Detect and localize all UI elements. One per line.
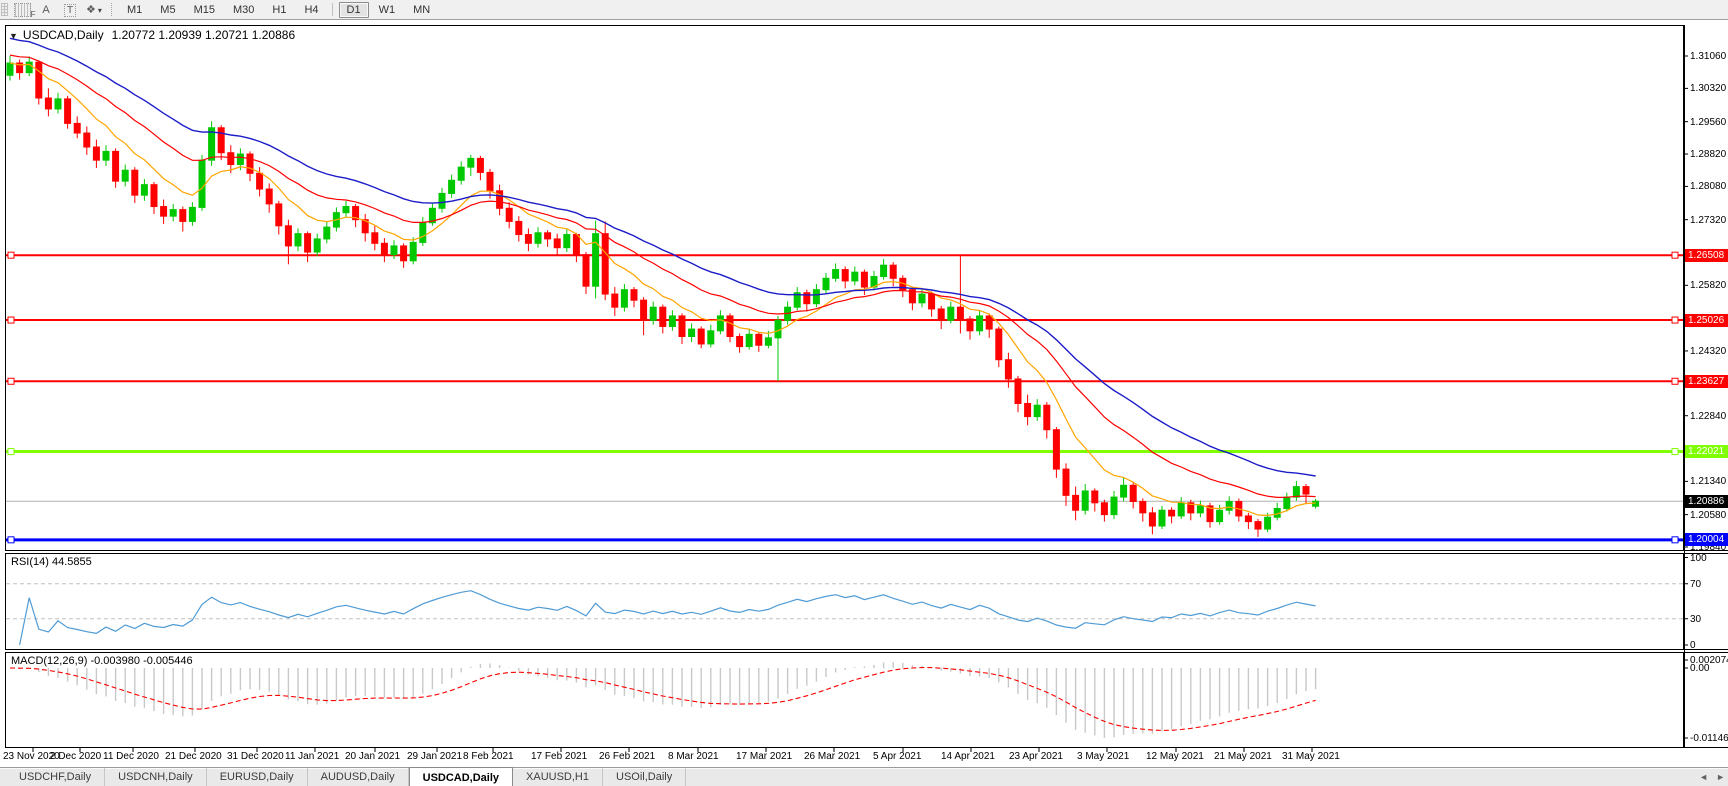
symbol-period-label: USDCAD,Daily xyxy=(22,28,104,42)
chart-tab-usdchf[interactable]: USDCHF,Daily xyxy=(6,768,106,786)
price-axis-label: 1.28080 xyxy=(1690,181,1727,193)
collapse-triangle-icon[interactable]: ▼ xyxy=(9,31,18,41)
rsi-axis-label: 70 xyxy=(1690,578,1702,590)
price-axis-label: 1.30320 xyxy=(1690,83,1727,95)
line-handle xyxy=(1671,448,1679,456)
price-axis-label: 1.31060 xyxy=(1690,51,1727,62)
macd-axis-label: 0.00 xyxy=(1690,663,1710,674)
top-toolbar: F A T ❖ ▾ M1 M5 M15 M30 H1 H4 D1 W1 MN xyxy=(0,0,1728,20)
hline-price-label: 1.20004 xyxy=(1685,533,1728,547)
rsi-axis-label: 100 xyxy=(1690,552,1707,564)
arrows-icon: ❖ xyxy=(86,4,96,16)
timeframe-button-m15[interactable]: M15 xyxy=(186,2,223,18)
rsi-axis-label: 30 xyxy=(1690,613,1702,625)
date-label: 2 Dec 2020 xyxy=(50,751,102,762)
price-axis-label: 1.27320 xyxy=(1690,214,1727,226)
text-label-button[interactable]: T xyxy=(60,2,80,17)
dropdown-caret-icon: ▾ xyxy=(97,6,102,15)
arrow-objects-button[interactable]: ❖ ▾ xyxy=(84,2,104,17)
price-axis-label: 1.28820 xyxy=(1690,149,1727,161)
chart-tab-usdcad[interactable]: USDCAD,Daily xyxy=(408,767,514,786)
price-axis-label: 1.20580 xyxy=(1690,509,1727,521)
date-label: 3 May 2021 xyxy=(1077,751,1130,762)
date-label: 11 Dec 2020 xyxy=(103,751,159,762)
toolbar-grip[interactable] xyxy=(1,3,8,16)
date-label: 20 Jan 2021 xyxy=(345,751,401,762)
date-label: 21 May 2021 xyxy=(1214,751,1272,762)
hline-price-label: 1.26508 xyxy=(1685,248,1728,262)
letter-t-icon: T xyxy=(63,4,77,17)
date-label: 8 Feb 2021 xyxy=(463,751,514,762)
rsi-indicator-label: RSI(14) 44.5855 xyxy=(11,556,92,568)
grid-f-icon: F xyxy=(13,3,36,19)
date-label: 11 Jan 2021 xyxy=(285,751,340,762)
date-label: 12 May 2021 xyxy=(1146,751,1204,762)
price-axis-label: 1.29560 xyxy=(1690,116,1727,128)
chart-tab-eurusd[interactable]: EURUSD,Daily xyxy=(207,768,308,786)
chart-canvas[interactable] xyxy=(0,0,1728,785)
macd-axis-label: -0.011462 xyxy=(1690,733,1728,744)
price-axis-label: 1.24320 xyxy=(1690,345,1727,357)
hline-price-label: 1.23627 xyxy=(1685,374,1728,388)
tab-scroll-right-button[interactable]: ► xyxy=(1716,771,1725,783)
date-label: 31 Dec 2020 xyxy=(227,751,284,762)
hline-price-label: 1.25026 xyxy=(1685,313,1728,327)
chart-tab-xauusd[interactable]: XAUUSD,H1 xyxy=(513,768,603,786)
line-handle xyxy=(7,536,15,544)
chart-grid-button[interactable]: F xyxy=(12,2,36,19)
rsi-axis-label: 0 xyxy=(1690,640,1696,651)
line-handle xyxy=(1671,316,1679,324)
timeframe-button-m5[interactable]: M5 xyxy=(152,2,183,18)
date-label: 8 Mar 2021 xyxy=(668,751,719,762)
date-label: 26 Feb 2021 xyxy=(599,751,656,762)
letter-a-icon: A xyxy=(42,4,50,16)
date-label: 17 Mar 2021 xyxy=(736,751,793,762)
line-handle xyxy=(7,251,15,259)
timeframe-button-h1[interactable]: H1 xyxy=(264,2,294,18)
line-handle xyxy=(1671,536,1679,544)
macd-indicator-label: MACD(12,26,9) -0.003980 -0.005446 xyxy=(11,655,193,667)
timeframe-toolbar: M1 M5 M15 M30 H1 H4 D1 W1 MN xyxy=(118,1,439,18)
ohlc-values-label: 1.20772 1.20939 1.20721 1.20886 xyxy=(111,28,296,42)
timeframe-button-m30[interactable]: M30 xyxy=(225,2,262,18)
timeframe-button-w1[interactable]: W1 xyxy=(371,2,404,18)
mt4-terminal-window: { "toolbar": { "grid_icon_text": "F", "f… xyxy=(0,0,1728,786)
chart-tabs: USDCHF,Daily USDCNH,Daily EURUSD,Daily AUDU… xyxy=(6,767,687,786)
chart-tab-audusd[interactable]: AUDUSD,Daily xyxy=(308,768,409,786)
date-label: 31 May 2021 xyxy=(1282,751,1340,762)
line-handle xyxy=(1671,377,1679,385)
chart-tabs-bar: USDCHF,Daily USDCNH,Daily EURUSD,Daily AUDU… xyxy=(0,767,1728,786)
chart-symbol-title[interactable]: ▼ USDCAD,Daily 1.20772 1.20939 1.20721 1.2… xyxy=(9,28,295,42)
tab-scroll-buttons: ◄ ► xyxy=(1699,771,1725,783)
toolbar-separator xyxy=(111,3,113,16)
hline-price-label: 1.22021 xyxy=(1685,445,1728,459)
date-label: 14 Apr 2021 xyxy=(941,751,995,762)
date-label: 23 Apr 2021 xyxy=(1009,751,1063,762)
tab-scroll-left-button[interactable]: ◄ xyxy=(1699,771,1708,783)
font-button[interactable]: A xyxy=(36,2,56,17)
current-price-label: 1.20886 xyxy=(1685,494,1728,508)
date-label: 17 Feb 2021 xyxy=(531,751,588,762)
chart-tab-usdcnh[interactable]: USDCNH,Daily xyxy=(105,768,207,786)
line-handle xyxy=(7,316,15,324)
chart-tab-usoil[interactable]: USOil,Daily xyxy=(603,768,687,786)
timeframe-button-h4[interactable]: H4 xyxy=(296,2,326,18)
toolbar-separator xyxy=(331,3,334,16)
line-handle xyxy=(7,377,15,385)
price-axis-label: 1.22840 xyxy=(1690,410,1727,422)
date-label: 21 Dec 2020 xyxy=(165,751,222,762)
timeframe-button-m1[interactable]: M1 xyxy=(119,2,150,18)
timeframe-button-d1[interactable]: D1 xyxy=(338,1,369,18)
price-axis-label: 1.25820 xyxy=(1690,280,1727,292)
timeframe-button-mn[interactable]: MN xyxy=(405,2,438,18)
line-handle xyxy=(1671,251,1679,259)
date-label: 5 Apr 2021 xyxy=(873,751,922,762)
date-label: 29 Jan 2021 xyxy=(407,751,463,762)
line-handle xyxy=(7,448,15,456)
price-axis-label: 1.21340 xyxy=(1690,476,1727,488)
date-label: 26 Mar 2021 xyxy=(804,751,861,762)
